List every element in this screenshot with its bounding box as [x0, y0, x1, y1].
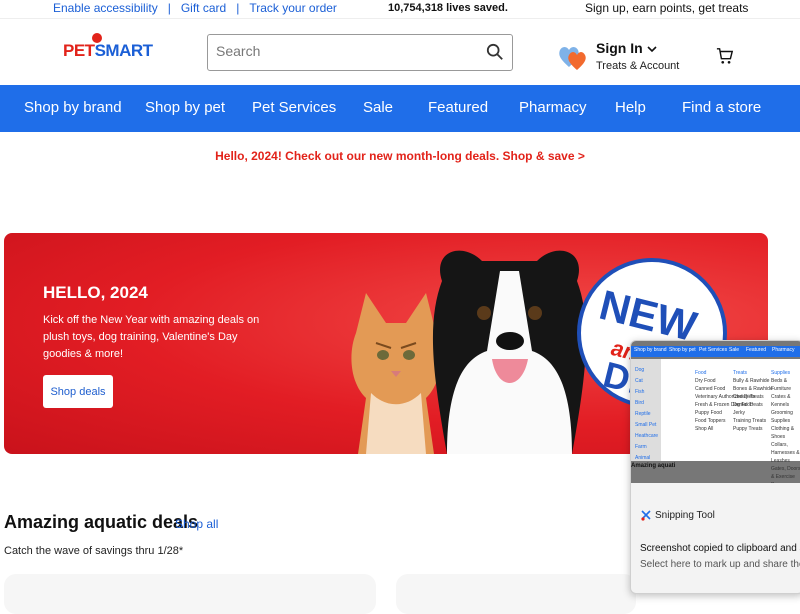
thumb-left-column: Dog Cat Fish Bird Reptile Small Pet Heathcare F… [631, 359, 661, 461]
logo-paw-icon [92, 33, 102, 43]
gift-card-link[interactable]: Gift card [181, 1, 226, 15]
deal-card[interactable] [4, 574, 376, 614]
treats-promo-link[interactable]: Sign up, earn points, get treats [585, 1, 748, 15]
main-nav: Shop by brand Shop by pet Pet Services S… [0, 85, 800, 132]
cart-icon[interactable] [716, 47, 734, 65]
snip-hint[interactable]: Select here to mark up and share the ima… [640, 559, 800, 570]
treats-hearts-icon [559, 47, 586, 70]
shop-deals-button[interactable]: Shop deals [43, 375, 113, 408]
aquatic-section-subtitle: Catch the wave of savings thru 1/28* [4, 545, 184, 557]
chevron-down-icon [647, 46, 657, 53]
utility-bar: Enable accessibility | Gift card | Track… [0, 0, 800, 18]
nav-shop-by-brand[interactable]: Shop by brand [24, 99, 122, 116]
search-icon[interactable] [486, 43, 504, 61]
divider: | [167, 1, 171, 15]
deal-card[interactable] [396, 574, 636, 614]
dog-image [432, 250, 587, 454]
snipping-tool-icon [641, 510, 651, 521]
hero-description: Kick off the New Year with amazing deals… [43, 314, 260, 360]
search-input[interactable] [214, 42, 478, 60]
petsmart-logo[interactable]: PETSMART [63, 41, 153, 61]
lives-saved-counter: 10,754,318 lives saved. [388, 2, 508, 14]
aquatic-section-title: Amazing aquatic deals [4, 512, 199, 532]
screenshot-thumbnail[interactable]: Shop by brand Shop by pet Pet Services S… [631, 341, 800, 483]
snipping-tool-app-name: Snipping Tool [655, 510, 715, 521]
nav-shop-by-pet[interactable]: Shop by pet [145, 99, 225, 116]
snipping-tool-notification[interactable]: Shop by brand Shop by pet Pet Services S… [630, 340, 800, 594]
track-order-link[interactable]: Track your order [249, 1, 337, 15]
nav-sale[interactable]: Sale [363, 99, 393, 116]
site-header: PETSMART Sign In Treats & Account [0, 18, 800, 86]
thumb-nav: Shop by brand Shop by pet Pet Services S… [631, 346, 800, 357]
sign-in-button[interactable]: Sign In [596, 40, 657, 56]
divider: | [236, 1, 240, 15]
nav-pet-services[interactable]: Pet Services [252, 99, 336, 116]
snip-message: Screenshot copied to clipboard and saved [640, 543, 800, 554]
utility-links: Enable accessibility | Gift card | Track… [53, 1, 337, 15]
nav-find-a-store[interactable]: Find a store [682, 99, 761, 116]
enable-accessibility-link[interactable]: Enable accessibility [53, 1, 158, 15]
promo-banner-link[interactable]: Hello, 2024! Check out our new month-lon… [0, 149, 800, 163]
treats-account-label: Treats & Account [596, 60, 680, 72]
nav-help[interactable]: Help [615, 99, 646, 116]
hero-title: HELLO, 2024 [43, 283, 148, 302]
nav-featured[interactable]: Featured [428, 99, 488, 116]
thumb-mega-menu: Food Dry Food Canned Food Veterinary Autho… [661, 359, 800, 483]
search-box [207, 34, 513, 71]
nav-pharmacy[interactable]: Pharmacy [519, 99, 587, 116]
shop-all-link[interactable]: Shop all [175, 517, 218, 531]
